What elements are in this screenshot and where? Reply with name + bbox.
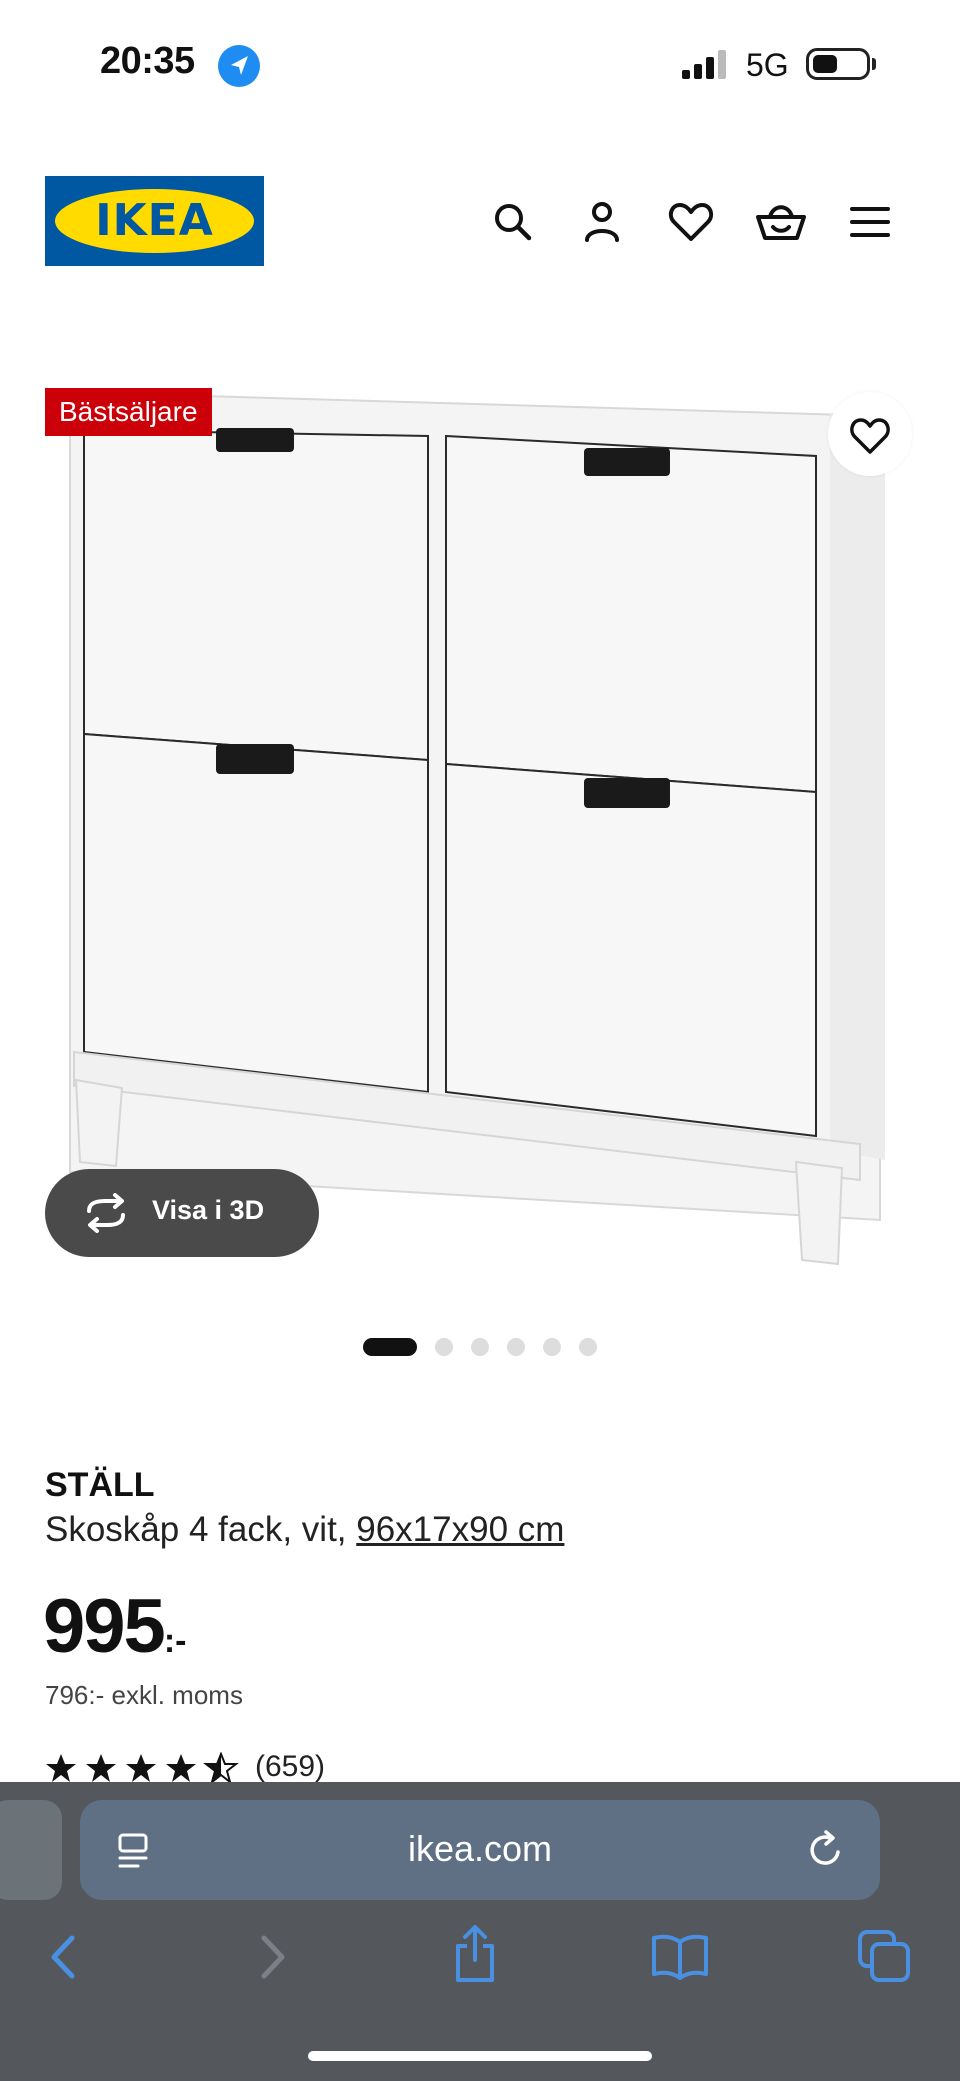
network-type: 5G [746,47,789,83]
ikea-logo[interactable]: IKEA [45,176,264,266]
gallery-dot[interactable] [471,1338,489,1356]
gallery-dot[interactable] [507,1338,525,1356]
logo-text: IKEA [95,195,214,246]
rating-stars[interactable] [45,1752,245,1786]
battery-icon [806,48,870,80]
review-count[interactable]: (659) [255,1750,325,1784]
back-arrow-icon[interactable] [44,1932,84,1982]
shopping-basket-icon[interactable] [753,194,809,250]
product-type: Skoskåp 4 fack, vit, [45,1510,357,1549]
status-time: 20:35 [100,40,195,82]
address-bar[interactable]: ikea.com [80,1800,880,1900]
bookmarks-icon[interactable] [650,1932,710,1980]
product-size-link[interactable]: 96x17x90 cm [356,1510,564,1549]
search-icon[interactable] [485,194,541,250]
account-icon[interactable] [574,194,630,250]
gallery-dot[interactable] [543,1338,561,1356]
bestseller-badge: Bästsäljare [45,388,212,436]
wishlist-heart-icon[interactable] [663,194,719,250]
gallery-dot[interactable] [435,1338,453,1356]
gallery-dot[interactable] [579,1338,597,1356]
heart-icon [850,418,890,454]
url-text: ikea.com [407,1828,553,1869]
reload-icon [810,1830,840,1865]
view-in-3d-button[interactable]: Visa i 3D [45,1169,319,1257]
gallery-dot-active[interactable] [363,1338,417,1356]
signal-strength-icon [680,48,730,85]
share-icon[interactable] [450,1924,500,1984]
price-suffix: :- [163,1622,187,1660]
product-name: STÄLL [45,1466,155,1504]
price-excl-vat: 796:- exkl. moms [45,1680,243,1710]
menu-hamburger-icon[interactable] [842,194,898,250]
price-value: 995 [43,1584,166,1669]
star-icon [166,1754,196,1782]
forward-arrow-icon[interactable] [252,1932,292,1982]
product-price: 995:- [43,1584,186,1684]
gallery-pagination[interactable] [363,1336,597,1358]
battery-tip [872,58,876,70]
home-indicator[interactable] [308,2051,652,2061]
star-icon [126,1754,156,1782]
rotate-3d-icon [87,1193,125,1233]
product-description: Skoskåp 4 fack, vit, 96x17x90 cm [45,1510,564,1550]
location-arrow-icon [218,45,260,87]
tabs-icon[interactable] [856,1928,912,1984]
product-image[interactable] [60,380,900,1275]
star-icon [46,1754,76,1782]
view-3d-label: Visa i 3D [152,1195,265,1225]
add-to-favourites-button[interactable] [828,392,912,476]
previous-tab-preview[interactable] [0,1800,62,1900]
star-icon [86,1754,116,1782]
